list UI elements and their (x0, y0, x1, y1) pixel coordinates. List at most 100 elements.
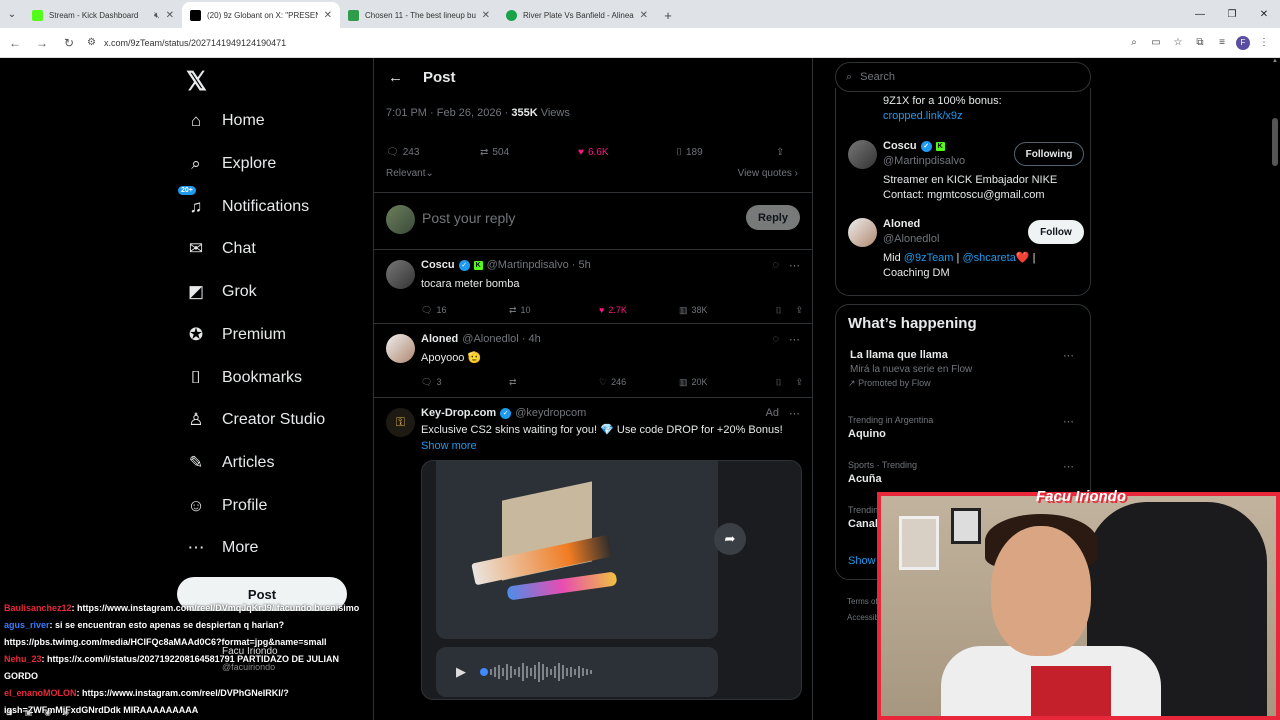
play-icon[interactable]: ▶ (456, 664, 466, 680)
views-action[interactable]: ▥ 38K (679, 305, 769, 316)
share-button[interactable]: ⇪ (776, 147, 784, 158)
reply-count-button[interactable]: 🗨︎ 243 (386, 147, 480, 158)
reply-action[interactable]: 🗨︎ 3 (421, 377, 509, 388)
nav-item-explore[interactable]: ⌕ Explore (186, 146, 276, 182)
mention-link[interactable]: @shcareta (962, 252, 1015, 264)
nav-item-premium[interactable]: ✪ Premium (186, 317, 286, 353)
show-more-link[interactable]: Show more (421, 440, 477, 452)
like-action[interactable]: ♥ 2.7K (599, 305, 679, 315)
repost-count-button[interactable]: ⇄ 504 (480, 147, 578, 158)
trend-item-promoted[interactable]: La llama que llama Mirá la nueva serie e… (848, 349, 1080, 389)
avatar[interactable] (386, 334, 415, 363)
scrollbar-thumb[interactable] (1272, 118, 1278, 166)
bio-link[interactable]: cropped.link/x9z (883, 110, 963, 122)
avatar[interactable] (386, 260, 415, 289)
browser-tab-x[interactable]: (20) 9z Globant on X: "PRESENT ✕ (182, 2, 340, 28)
suggestion-aloned[interactable]: Aloned @Alonedlol Mid @9zTeam | @shcaret… (848, 218, 1084, 280)
forward-icon[interactable]: → (30, 31, 54, 55)
taskbar-app-icon[interactable]: ▣ (25, 708, 33, 717)
keydrop-logo-icon[interactable]: ⚿ (386, 408, 415, 437)
share-arrow-icon[interactable]: ➦ (714, 523, 746, 555)
ad-tweet-keydrop[interactable]: ⚿ Key-Drop.com ✓ @keydropcom Ad ⋯ Exclus… (374, 398, 812, 720)
avatar[interactable] (848, 218, 877, 247)
reply-sort-dropdown[interactable]: Relevant⌄ (386, 168, 434, 179)
scroll-up-icon[interactable]: ▲ (1272, 58, 1278, 64)
view-quotes-link[interactable]: View quotes › (738, 168, 798, 179)
close-tab-icon[interactable]: ✕ (640, 10, 648, 21)
browser-menu-icon[interactable]: ⋮ (1256, 35, 1272, 51)
follow-button[interactable]: Follow (1028, 220, 1084, 244)
reply-tweet-coscu[interactable]: Coscu ✓ K @Martinpdisalvo · 5h ◌ ⋯ tocar… (374, 250, 812, 324)
more-options-icon[interactable]: ⋯ (1063, 349, 1074, 362)
windows-start-icon[interactable]: ⊞ (6, 708, 13, 717)
browser-tab-chosen11[interactable]: Chosen 11 - The best lineup bu ✕ (340, 2, 498, 28)
mention-link[interactable]: @9zTeam (904, 252, 954, 264)
close-tab-icon[interactable]: ✕ (482, 10, 490, 21)
following-button[interactable]: Following (1014, 142, 1084, 166)
nav-item-notifications[interactable]: ♫ 20+ Notifications (178, 186, 309, 225)
grok-explain-icon[interactable]: ◌ (772, 333, 779, 346)
nav-item-creator-studio[interactable]: ♙ Creator Studio (186, 402, 325, 438)
reload-icon[interactable]: ↻ (57, 31, 81, 55)
restore-icon[interactable]: ❐ (1216, 0, 1248, 28)
author-handle[interactable]: @Martinpdisalvo · 5h (487, 259, 591, 271)
trend-item[interactable]: Trending in Argentina Aquino ⋯ (848, 415, 1080, 440)
x-logo-icon[interactable]: 𝕏 (186, 66, 207, 97)
ad-media[interactable]: ➦ ▶ (421, 460, 802, 700)
share-icon[interactable]: ⇪ (795, 377, 803, 388)
nav-item-home[interactable]: ⌂ Home (186, 103, 265, 139)
profile-avatar[interactable]: F (1236, 35, 1250, 50)
browser-tab-kick[interactable]: Stream - Kick Dashboard 🔇︎ ✕ (24, 2, 182, 28)
share-icon[interactable]: ⇪ (795, 305, 803, 316)
suggestion-name[interactable]: Aloned (883, 218, 920, 230)
like-count-button[interactable]: ♥ 6.6K (578, 147, 676, 158)
new-tab-button[interactable]: + (656, 2, 680, 28)
nav-item-chat[interactable]: ✉ Chat (186, 231, 256, 267)
views-action[interactable]: ▥ 20K (679, 377, 769, 388)
waveform[interactable] (480, 662, 592, 682)
nav-item-grok[interactable]: ◩ Grok (186, 274, 257, 310)
nav-item-more[interactable]: ⋯ More (186, 530, 259, 566)
author-name[interactable]: Key-Drop.com (421, 407, 496, 419)
nav-item-profile[interactable]: ☺ Profile (186, 488, 267, 524)
taskbar-app-icon[interactable]: ◉ (44, 708, 51, 717)
extensions-icon[interactable]: ⧉ (1192, 35, 1208, 51)
close-tab-icon[interactable]: ✕ (166, 10, 174, 21)
close-tab-icon[interactable]: ✕ (324, 10, 332, 21)
grok-explain-icon[interactable]: ◌ (772, 259, 779, 272)
url-field[interactable]: ⚙ x.com/9zTeam/status/202714194912419047… (87, 37, 1126, 48)
browser-tab-river[interactable]: River Plate Vs Banfield - Alineac ✕ (498, 2, 656, 28)
cast-icon[interactable]: ▭ (1148, 35, 1164, 51)
back-arrow-icon[interactable]: ← (388, 69, 403, 86)
repost-action[interactable]: ⇄ (509, 377, 599, 388)
post-timestamp[interactable]: 7:01 PM · Feb 26, 2026 · (386, 107, 511, 119)
trend-item[interactable]: Sports · Trending Acuña ⋯ (848, 460, 1080, 485)
like-action[interactable]: ♡ 246 (599, 377, 679, 388)
suggestion-name[interactable]: Coscu ✓ K (883, 140, 945, 152)
search-input[interactable]: ⌕ Search (835, 62, 1091, 92)
zoom-icon[interactable]: ⌕ (1126, 35, 1142, 51)
avatar[interactable] (386, 205, 415, 234)
nav-item-articles[interactable]: ✎ Articles (186, 445, 275, 481)
more-options-icon[interactable]: ⋯ (789, 333, 800, 346)
author-name[interactable]: Aloned (421, 333, 458, 345)
media-control-icon[interactable]: ≡ (1214, 35, 1230, 51)
avatar[interactable] (848, 140, 877, 169)
reply-action[interactable]: 🗨︎ 16 (421, 305, 509, 316)
reply-button[interactable]: Reply (746, 205, 800, 230)
minimize-icon[interactable]: — (1184, 0, 1216, 28)
nav-item-bookmarks[interactable]: ⌷ Bookmarks (186, 360, 302, 396)
site-info-icon[interactable]: ⚙ (87, 37, 96, 48)
reply-input[interactable]: Post your reply (422, 210, 515, 226)
more-options-icon[interactable]: ⋯ (1063, 460, 1074, 473)
bookmark-count-button[interactable]: ⌷ 189 (676, 147, 776, 158)
repost-action[interactable]: ⇄ 10 (509, 305, 599, 316)
mute-icon[interactable]: 🔇︎ (154, 10, 160, 21)
more-options-icon[interactable]: ⋯ (789, 259, 800, 272)
author-handle[interactable]: @Alonedlol · 4h (462, 333, 540, 345)
tab-search-icon[interactable]: ⌄ (0, 0, 24, 28)
bookmark-icon[interactable]: ⌷ (776, 305, 781, 316)
bookmark-star-icon[interactable]: ☆ (1170, 35, 1186, 51)
suggestion-coscu[interactable]: Coscu ✓ K @Martinpdisalvo Streamer en KICK… (848, 140, 1084, 202)
more-options-icon[interactable]: ⋯ (1063, 415, 1074, 428)
